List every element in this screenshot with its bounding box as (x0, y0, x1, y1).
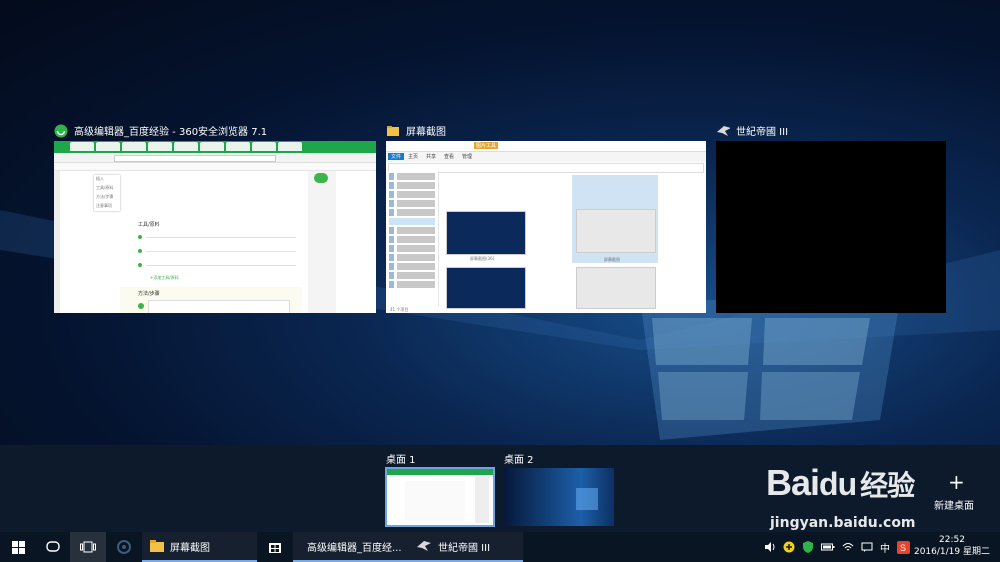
desktop-1-thumbnail[interactable] (385, 467, 495, 527)
menu-item: 插入 (96, 176, 104, 181)
ime-indicator[interactable]: 中 (880, 540, 890, 555)
file-thumbnail (576, 209, 656, 253)
file-thumbnail (446, 267, 526, 309)
speaker-icon[interactable] (764, 541, 776, 553)
status-text: 41 个项目 (390, 307, 409, 312)
start-button[interactable] (0, 532, 36, 562)
add-tool-link: +添加工具/原料 (150, 275, 179, 280)
ribbon-tab: 共享 (426, 154, 437, 160)
desktop-2-thumbnail[interactable] (504, 468, 614, 526)
folder-icon (150, 540, 164, 552)
age-of-empires-icon (417, 541, 431, 551)
window-title: 屏幕截图 (406, 127, 446, 138)
ribbon-tab: 文件 (388, 153, 405, 160)
baidu-watermark: Baidu 经验 (766, 462, 915, 504)
explorer-nav-pane (386, 171, 439, 306)
sogou-input-icon[interactable]: S (897, 540, 910, 554)
window-thumbnail-explorer[interactable]: 图片工具 文件 主页 共享 查看 管理 屏幕截图(36) 屏幕截图 41 个项目 (386, 141, 706, 313)
window-thumbnail-game[interactable] (716, 141, 946, 313)
security-shield-icon[interactable] (802, 541, 814, 553)
browser-page: 插入 工具/原料 方法/步骤 注意事项 工具/原料 +添加工具/原料 方法/步骤 (54, 171, 376, 313)
plus-icon[interactable]: + (948, 472, 965, 492)
clock[interactable]: 22:52 2016/1/19 星期二 (912, 534, 992, 558)
ribbon-tab: 管理 (462, 154, 473, 160)
taskbar-app-label: 世紀帝國 III (438, 542, 491, 554)
taskbar: 屏幕截图 高级编辑器_百度经... 世紀帝國 III 中 S 22:52 201… (0, 532, 1000, 562)
taskbar-app-browser[interactable]: 高级编辑器_百度经... (293, 532, 408, 562)
windows-logo-icon (11, 540, 25, 554)
menu-item: 工具/原料 (96, 185, 114, 190)
age-of-empires-icon (716, 124, 730, 138)
watermark-paw: du (819, 466, 857, 502)
section-title: 方法/步骤 (138, 291, 160, 297)
window-header-game[interactable]: 世紀帝國 III (716, 123, 788, 138)
insert-menu: 插入 工具/原料 方法/步骤 注意事项 (94, 175, 120, 211)
cortana-button[interactable] (36, 532, 70, 562)
taskbar-app-store[interactable] (257, 532, 293, 562)
browser-address-bar (54, 153, 376, 163)
battery-icon[interactable] (821, 541, 835, 553)
ribbon-tag: 图片工具 (474, 142, 499, 149)
action-center-icon[interactable] (861, 541, 873, 553)
file-name: 屏幕截图 (604, 257, 620, 262)
svg-text:S: S (900, 543, 906, 553)
file-thumbnail (446, 211, 526, 255)
watermark-url: jingyan.baidu.com (770, 515, 916, 531)
desktop-label: 桌面 2 (504, 455, 534, 466)
window-thumbnail-browser[interactable]: 插入 工具/原料 方法/步骤 注意事项 工具/原料 +添加工具/原料 方法/步骤 (54, 141, 376, 313)
window-header-explorer[interactable]: 屏幕截图 (386, 123, 446, 138)
clock-date: 2016/1/19 星期二 (913, 547, 990, 557)
desktop-label: 桌面 1 (386, 455, 416, 466)
system-tray: 中 S (764, 532, 910, 562)
file-name: 屏幕截图(36) (470, 256, 495, 261)
task-view-button[interactable] (70, 532, 106, 562)
taskbar-app-label: 屏幕截图 (170, 542, 210, 554)
browser-favorites-bar (54, 163, 376, 171)
menu-item: 注意事项 (96, 203, 112, 208)
taskbar-app-game[interactable]: 世紀帝國 III (408, 532, 523, 562)
file-thumbnail (576, 267, 656, 309)
browser-tabstrip (54, 141, 376, 153)
menu-item: 方法/步骤 (96, 194, 114, 199)
watermark-brand: Bai (766, 462, 820, 503)
clock-time: 22:52 (939, 535, 965, 545)
section-title: 工具/原料 (138, 222, 160, 228)
network-status-icon[interactable] (783, 541, 795, 553)
swirl-app-icon (117, 540, 131, 554)
ribbon-tab: 主页 (408, 154, 419, 160)
folder-icon (386, 124, 400, 138)
pinned-app[interactable] (106, 532, 142, 562)
ribbon-tab: 查看 (444, 154, 455, 160)
explorer-titlebar: 图片工具 (386, 141, 706, 152)
explorer-ribbon-tabs: 文件 主页 共享 查看 管理 (386, 152, 706, 162)
window-title: 高级编辑器_百度经验 - 360安全浏览器 7.1 (74, 127, 268, 138)
taskbar-app-explorer[interactable]: 屏幕截图 (142, 532, 257, 562)
task-view-icon (80, 541, 96, 553)
cortana-icon (46, 541, 60, 552)
360-browser-icon (54, 124, 68, 138)
watermark-jingyan: 经验 (860, 470, 915, 501)
window-title: 世紀帝國 III (736, 127, 789, 138)
store-icon (269, 543, 281, 553)
taskbar-app-label: 高级编辑器_百度经... (307, 542, 402, 554)
wifi-icon[interactable] (842, 541, 854, 553)
window-header-browser[interactable]: 高级编辑器_百度经验 - 360安全浏览器 7.1 (54, 123, 267, 138)
new-desktop-button[interactable]: 新建桌面 (934, 497, 974, 512)
